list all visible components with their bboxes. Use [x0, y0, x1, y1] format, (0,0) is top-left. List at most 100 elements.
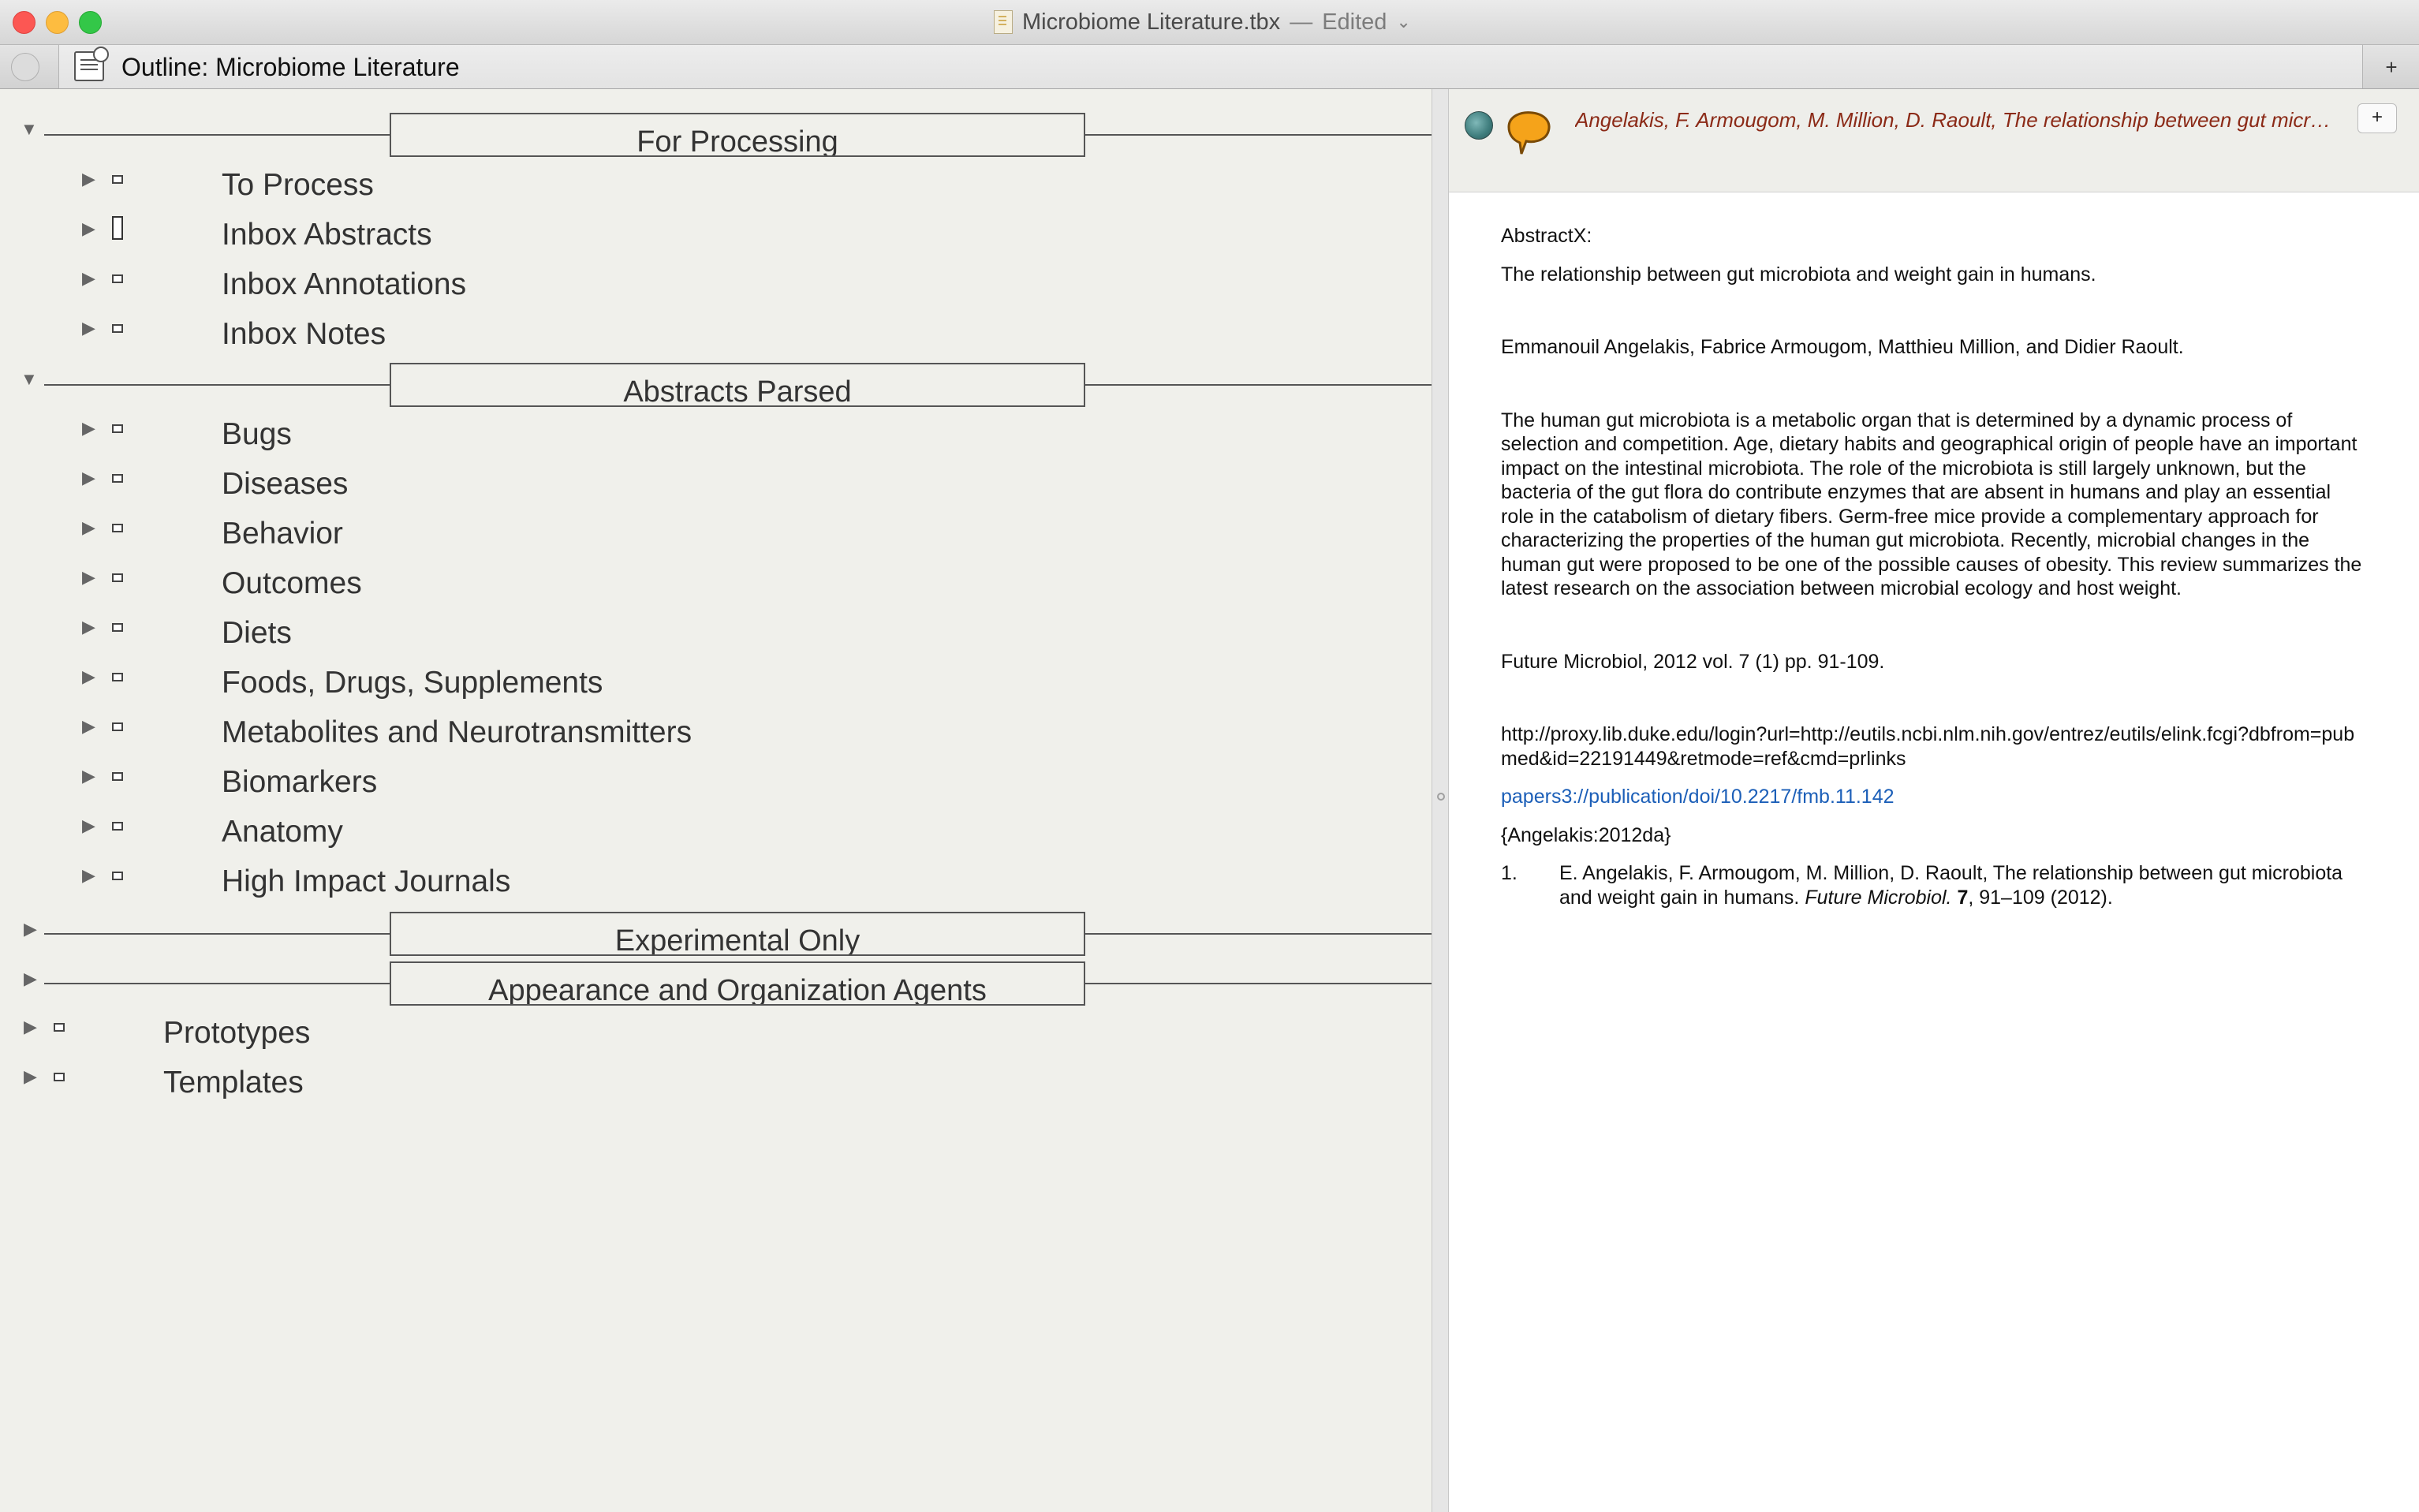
disclosure-triangle-collapsed-icon[interactable]: ▶: [82, 419, 95, 438]
outline-item[interactable]: ▶ Anatomy: [0, 815, 1432, 862]
note-icon: [112, 524, 123, 532]
zoom-window-button[interactable]: [79, 11, 102, 34]
outline-item[interactable]: ▶ Templates: [0, 1066, 1432, 1113]
separator-line: [1085, 134, 1432, 136]
outline-item[interactable]: ▶ Metabolites and Neurotransmitters: [0, 715, 1432, 763]
disclosure-triangle-collapsed-icon[interactable]: ▶: [24, 1067, 37, 1086]
note-icon: [112, 772, 123, 781]
disclosure-triangle-collapsed-icon[interactable]: ▶: [24, 969, 37, 988]
splitter-grip-icon[interactable]: [1437, 793, 1445, 801]
close-window-button[interactable]: [13, 11, 35, 34]
tab-placeholder-circle[interactable]: [11, 53, 39, 81]
note-icon: [112, 474, 123, 483]
reference-entry: 1. E. Angelakis, F. Armougom, M. Million…: [1501, 861, 2369, 909]
disclosure-triangle-collapsed-icon[interactable]: ▶: [82, 816, 95, 835]
disclosure-triangle-collapsed-icon[interactable]: ▶: [82, 319, 95, 338]
article-citation: Future Microbiol, 2012 vol. 7 (1) pp. 91…: [1501, 650, 1885, 673]
outline-item-label: Diets: [222, 616, 292, 650]
speech-bubble-badge-icon: [1507, 111, 1551, 155]
note-heading: AbstractX:: [1501, 225, 1592, 247]
reference-number: 1.: [1501, 862, 1517, 884]
outline-item[interactable]: ▶ Outcomes: [0, 566, 1432, 614]
outline-item[interactable]: ▶ Inbox Notes: [0, 317, 1432, 364]
outline-item-label: Diseases: [222, 467, 349, 501]
section-separator-label: Appearance and Organization Agents: [390, 961, 1085, 1006]
outline-item[interactable]: ▶ Biomarkers: [0, 765, 1432, 812]
disclosure-triangle-collapsed-icon[interactable]: ▶: [82, 866, 95, 885]
chevron-down-icon[interactable]: ⌄: [1396, 12, 1410, 32]
outline-item[interactable]: ▶ Bugs: [0, 417, 1432, 465]
disclosure-triangle-collapsed-icon[interactable]: ▶: [82, 269, 95, 288]
separator-line: [44, 983, 390, 984]
outline-item-label: High Impact Journals: [222, 864, 511, 898]
disclosure-triangle-collapsed-icon[interactable]: ▶: [82, 667, 95, 686]
disclosure-triangle-collapsed-icon[interactable]: ▶: [82, 618, 95, 637]
outline-item[interactable]: ▶ Inbox Annotations: [0, 267, 1432, 315]
outline-item[interactable]: ▶ Prototypes: [0, 1016, 1432, 1063]
papers-link[interactable]: papers3://publication/doi/10.2217/fmb.11…: [1501, 785, 2369, 809]
note-color-dot-icon[interactable]: [1465, 111, 1493, 140]
minimize-window-button[interactable]: [46, 11, 69, 34]
disclosure-triangle-collapsed-icon[interactable]: ▶: [82, 219, 95, 238]
add-tab-button[interactable]: +: [2376, 51, 2407, 83]
note-title[interactable]: Angelakis, F. Armougom, M. Million, D. R…: [1575, 105, 2356, 135]
outline-item-label: Inbox Annotations: [222, 267, 467, 301]
section-separator-label: Abstracts Parsed: [390, 363, 1085, 407]
separator-line: [1085, 933, 1432, 935]
section-separator[interactable]: ▶ Appearance and Organization Agents: [0, 959, 1432, 1006]
outline-item-label: Prototypes: [163, 1016, 311, 1050]
outline-item-label: Biomarkers: [222, 765, 378, 799]
outline-item-label: Templates: [163, 1066, 304, 1099]
section-separator[interactable]: ▼ For Processing: [0, 110, 1432, 158]
disclosure-triangle-collapsed-icon[interactable]: ▶: [24, 1017, 37, 1036]
outline-item[interactable]: ▶ Inbox Abstracts: [0, 216, 1432, 265]
text-pane[interactable]: AbstractX: The relationship between gut …: [1449, 192, 2419, 1512]
outline-item[interactable]: ▶ Foods, Drugs, Supplements: [0, 666, 1432, 713]
outline-item[interactable]: ▶ To Process: [0, 168, 1432, 215]
reference-journal: Future Microbiol.: [1805, 886, 1952, 909]
note-icon: [112, 274, 123, 283]
note-icon: [112, 872, 123, 880]
note-icon: [112, 573, 123, 582]
outline-item-label: Foods, Drugs, Supplements: [222, 666, 603, 700]
disclosure-triangle-collapsed-icon[interactable]: ▶: [82, 767, 95, 786]
outline-item-label: Behavior: [222, 517, 343, 551]
window-title[interactable]: Microbiome Literature.tbx — Edited ⌄: [994, 6, 1411, 38]
outline-item-label: Inbox Notes: [222, 317, 386, 351]
disclosure-triangle-expanded-icon[interactable]: ▼: [21, 370, 38, 389]
disclosure-triangle-collapsed-icon[interactable]: ▶: [82, 568, 95, 587]
separator-line: [44, 933, 390, 935]
outline-pane[interactable]: ▼ For Processing ▶ To Process ▶ Inbox Ab…: [0, 89, 1432, 1512]
disclosure-triangle-collapsed-icon[interactable]: ▶: [82, 469, 95, 487]
section-separator[interactable]: ▶ Experimental Only: [0, 909, 1432, 957]
outline-view-icon: [74, 47, 109, 81]
separator-line: [44, 384, 390, 386]
outline-item-label: Anatomy: [222, 815, 343, 849]
note-icon: [112, 424, 123, 433]
proxy-url: http://proxy.lib.duke.edu/login?url=http…: [1501, 723, 2355, 770]
section-separator-label: For Processing: [390, 113, 1085, 157]
disclosure-triangle-collapsed-icon[interactable]: ▶: [24, 920, 37, 939]
article-title: The relationship between gut microbiota …: [1501, 263, 2096, 286]
disclosure-triangle-collapsed-icon[interactable]: ▶: [82, 518, 95, 537]
text-pane-header: Angelakis, F. Armougom, M. Million, D. R…: [1449, 89, 2419, 192]
outline-item[interactable]: ▶ Behavior: [0, 517, 1432, 564]
separator-line: [44, 134, 390, 136]
container-note-icon: [112, 216, 123, 240]
outline-item[interactable]: ▶ Diets: [0, 616, 1432, 663]
outline-item[interactable]: ▶ High Impact Journals: [0, 864, 1432, 912]
note-icon: [112, 722, 123, 731]
pane-splitter[interactable]: [1432, 89, 1449, 1512]
add-attribute-button[interactable]: +: [2357, 103, 2397, 133]
window-title-separator: —: [1290, 9, 1313, 35]
window-title-filename: Microbiome Literature.tbx: [1022, 9, 1281, 35]
section-separator[interactable]: ▼ Abstracts Parsed: [0, 360, 1432, 408]
disclosure-triangle-expanded-icon[interactable]: ▼: [21, 120, 38, 139]
note-text[interactable]: AbstractX: The relationship between gut …: [1501, 224, 2369, 909]
note-icon: [54, 1073, 65, 1081]
reference-pages-year: , 91–109 (2012).: [1968, 886, 2113, 909]
tab-bar: Outline: Microbiome Literature +: [0, 45, 2419, 89]
outline-item[interactable]: ▶ Diseases: [0, 467, 1432, 514]
disclosure-triangle-collapsed-icon[interactable]: ▶: [82, 717, 95, 736]
disclosure-triangle-collapsed-icon[interactable]: ▶: [82, 170, 95, 189]
